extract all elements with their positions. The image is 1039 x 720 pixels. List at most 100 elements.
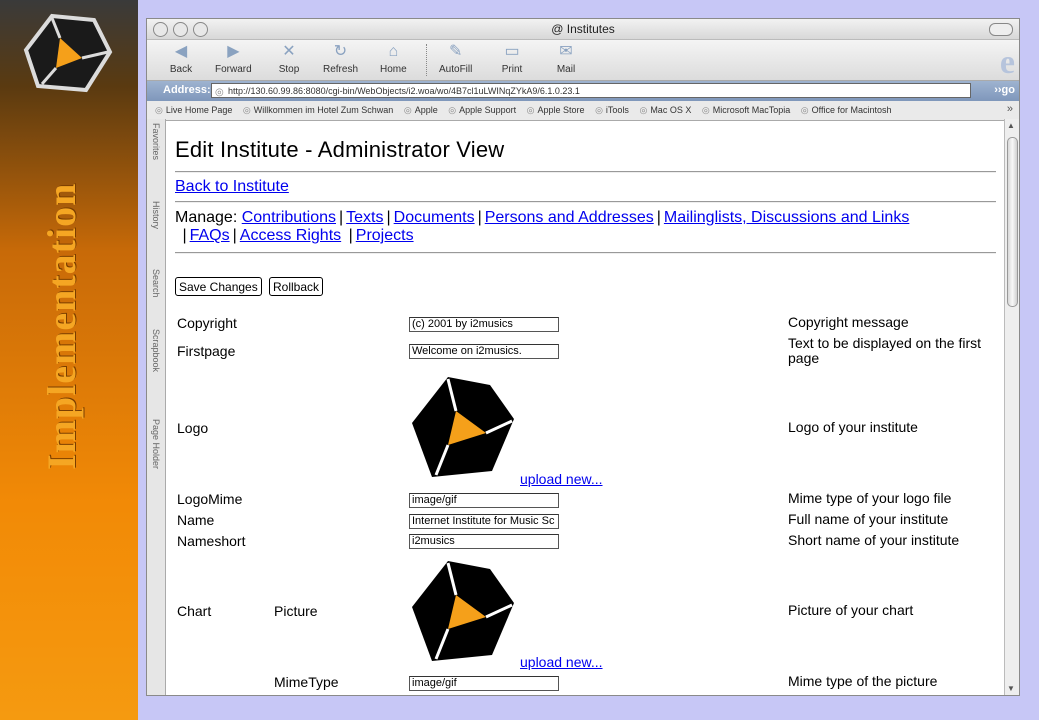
page-title: Edit Institute - Administrator View <box>175 137 505 162</box>
mimetype-label: MimeType <box>274 674 339 690</box>
forward-button[interactable]: ▶ Forward <box>215 42 252 75</box>
copyright-desc: Copyright message <box>788 314 909 330</box>
mail-button[interactable]: ✉ Mail <box>554 42 578 75</box>
faqs-link[interactable]: FAQs <box>190 227 230 244</box>
tab-history[interactable]: History <box>151 201 161 229</box>
url-text: http://130.60.99.86:8080/cgi-bin/WebObje… <box>228 86 580 96</box>
page-content: Edit Institute - Administrator View Back… <box>175 119 999 695</box>
rollback-button[interactable]: Rollback <box>269 277 324 296</box>
go-button[interactable]: ››go <box>994 84 1015 96</box>
back-to-institute-link[interactable]: Back to Institute <box>175 178 289 196</box>
copyright-input[interactable]: (c) 2001 by i2musics <box>409 317 559 332</box>
documents-link[interactable]: Documents <box>394 209 475 226</box>
mimetype-desc: Mime type of the picture <box>788 673 938 689</box>
address-label: Address: <box>163 84 211 96</box>
access-rights-link[interactable]: Access Rights <box>240 227 341 244</box>
name-desc: Full name of your institute <box>788 511 949 527</box>
favorite-item[interactable]: ◎ Mac OS X <box>639 101 691 120</box>
toolbar-separator <box>426 44 428 76</box>
page-icon: ◎ <box>215 87 224 98</box>
logo-desc: Logo of your institute <box>788 419 918 435</box>
more-favorites-icon[interactable]: » <box>1007 103 1013 115</box>
tab-search[interactable]: Search <box>151 269 161 298</box>
manage-links: Manage: Contributions | Texts | Documents | Pe… <box>175 209 910 244</box>
forward-arrow-icon: ▶ <box>227 43 240 60</box>
tab-favorites[interactable]: Favorites <box>151 123 161 160</box>
favorite-item[interactable]: ◎ Office for Macintosh <box>801 101 892 120</box>
autofill-icon: ✎ <box>448 43 463 60</box>
favorite-icon: ◎ <box>403 105 412 115</box>
institute-logo-image <box>408 371 518 486</box>
picture-desc: Picture of your chart <box>788 602 914 618</box>
favorite-icon: ◎ <box>526 105 535 115</box>
go-arrow-icon: ›› <box>994 84 1002 96</box>
favorite-icon: ◎ <box>448 105 457 115</box>
url-field[interactable]: ◎ http://130.60.99.86:8080/cgi-bin/WebObj… <box>211 83 971 98</box>
favorite-item[interactable]: ◎ Apple Support <box>448 101 516 120</box>
save-changes-button[interactable]: Save Changes <box>175 277 262 296</box>
nameshort-input[interactable]: i2musics <box>409 534 559 549</box>
i2musics-logo-icon <box>22 12 114 101</box>
address-bar: Address: ◎ http://130.60.99.86:8080/cgi-b… <box>147 81 1019 101</box>
chart-label: Chart <box>177 603 212 619</box>
autofill-button[interactable]: ✎ AutoFill <box>439 42 472 75</box>
slide-title: Implementation <box>39 182 84 470</box>
home-button[interactable]: ⌂ Home <box>380 42 407 75</box>
mail-icon: ✉ <box>559 43 573 60</box>
favorite-icon: ◎ <box>155 105 163 115</box>
home-icon: ⌂ <box>388 43 399 60</box>
favorite-item[interactable]: ◎ Apple Store <box>527 101 585 120</box>
favorites-bar: ◎ Live Home Page ◎ Willkommen im Hotel Zum… <box>147 101 1019 121</box>
name-input[interactable]: Internet Institute for Music Sc <box>409 514 559 529</box>
print-button[interactable]: ▭ Print <box>500 42 524 75</box>
mailinglists-link[interactable]: Mailinglists, Discussions and Links <box>664 209 909 226</box>
divider <box>175 201 996 203</box>
firstpage-label: Firstpage <box>177 343 236 359</box>
stop-button[interactable]: ✕ Stop <box>277 42 301 75</box>
back-button[interactable]: ◀ Back <box>169 42 193 75</box>
copyright-label: Copyright <box>177 315 237 331</box>
picture-label: Picture <box>274 603 318 619</box>
mimetype-input[interactable]: image/gif <box>409 676 559 691</box>
nameshort-label: Nameshort <box>177 533 246 549</box>
scroll-thumb[interactable] <box>1007 137 1018 307</box>
name-label: Name <box>177 512 215 528</box>
favorite-item[interactable]: ◎ Live Home Page <box>155 101 232 120</box>
favorite-icon: ◎ <box>595 105 603 115</box>
window-title: @ Institutes <box>551 22 615 36</box>
stop-x-icon: ✕ <box>282 43 296 60</box>
firstpage-input[interactable]: Welcome on i2musics. <box>409 344 559 359</box>
title-bar: @ Institutes <box>147 19 1019 40</box>
divider <box>175 171 996 173</box>
favorite-icon: ◎ <box>701 105 710 115</box>
ie-logo-icon: e <box>999 44 1015 81</box>
favorite-item[interactable]: ◎ Willkommen im Hotel Zum Schwan <box>243 101 393 120</box>
projects-link[interactable]: Projects <box>356 227 414 244</box>
persons-and-addresses-link[interactable]: Persons and Addresses <box>485 209 654 226</box>
scroll-down-icon[interactable]: ▼ <box>1007 684 1015 693</box>
favorite-item[interactable]: ◎ Microsoft MacTopia <box>702 101 790 120</box>
manage-label: Manage: <box>175 209 238 226</box>
vertical-scrollbar[interactable]: ▲ ▼ <box>1004 119 1019 695</box>
contributions-link[interactable]: Contributions <box>242 209 336 226</box>
tab-page-holder[interactable]: Page Holder <box>151 419 161 469</box>
refresh-button[interactable]: ↻ Refresh <box>323 42 358 75</box>
texts-link[interactable]: Texts <box>346 209 383 226</box>
back-arrow-icon: ◀ <box>174 43 188 60</box>
explorer-bar-tabs: Favorites History Search Scrapbook Page … <box>147 119 166 695</box>
toolbar-toggle-icon[interactable] <box>989 23 1013 36</box>
favorite-item[interactable]: ◎ Apple <box>404 101 438 120</box>
upload-logo-link[interactable]: upload new... <box>520 471 603 487</box>
logomime-desc: Mime type of your logo file <box>788 490 952 506</box>
chart-picture-image <box>408 555 518 670</box>
logomime-label: LogoMime <box>177 491 243 507</box>
favorite-icon: ◎ <box>800 105 809 115</box>
logomime-input[interactable]: image/gif <box>409 493 559 508</box>
firstpage-desc: Text to be displayed on the first page <box>788 335 981 366</box>
scroll-up-icon[interactable]: ▲ <box>1007 121 1015 130</box>
printer-icon: ▭ <box>504 43 520 60</box>
upload-picture-link[interactable]: upload new... <box>520 654 603 670</box>
favorite-item[interactable]: ◎ iTools <box>595 101 629 120</box>
browser-window: @ Institutes ◀ Back ▶ Forward ✕ Stop ↻ Refre… <box>146 18 1020 696</box>
tab-scrapbook[interactable]: Scrapbook <box>151 329 161 372</box>
